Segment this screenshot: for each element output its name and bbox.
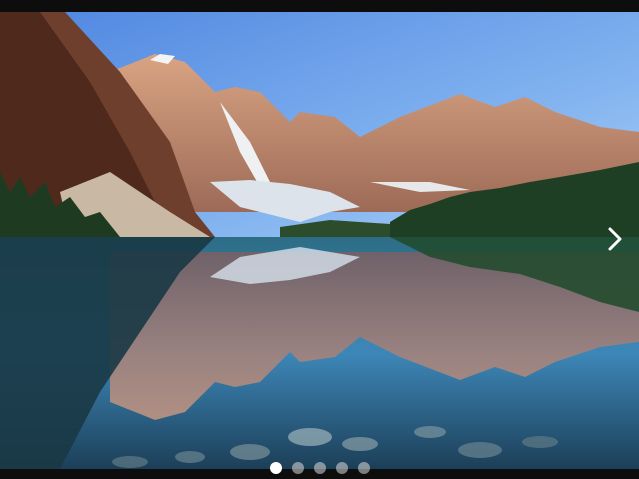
pagination-dot-3[interactable] (313, 462, 326, 474)
pagination-dot-5[interactable] (357, 462, 370, 474)
image-slider (0, 0, 639, 479)
pagination-dot-1[interactable] (269, 462, 282, 474)
next-slide-button[interactable] (605, 225, 625, 253)
chevron-right-icon (608, 227, 622, 251)
slide-pagination (0, 462, 639, 474)
mountain-lake-image (0, 12, 639, 469)
slide-mountain-lake (0, 12, 639, 469)
pagination-dot-2[interactable] (291, 462, 304, 474)
pagination-dot-4[interactable] (335, 462, 348, 474)
